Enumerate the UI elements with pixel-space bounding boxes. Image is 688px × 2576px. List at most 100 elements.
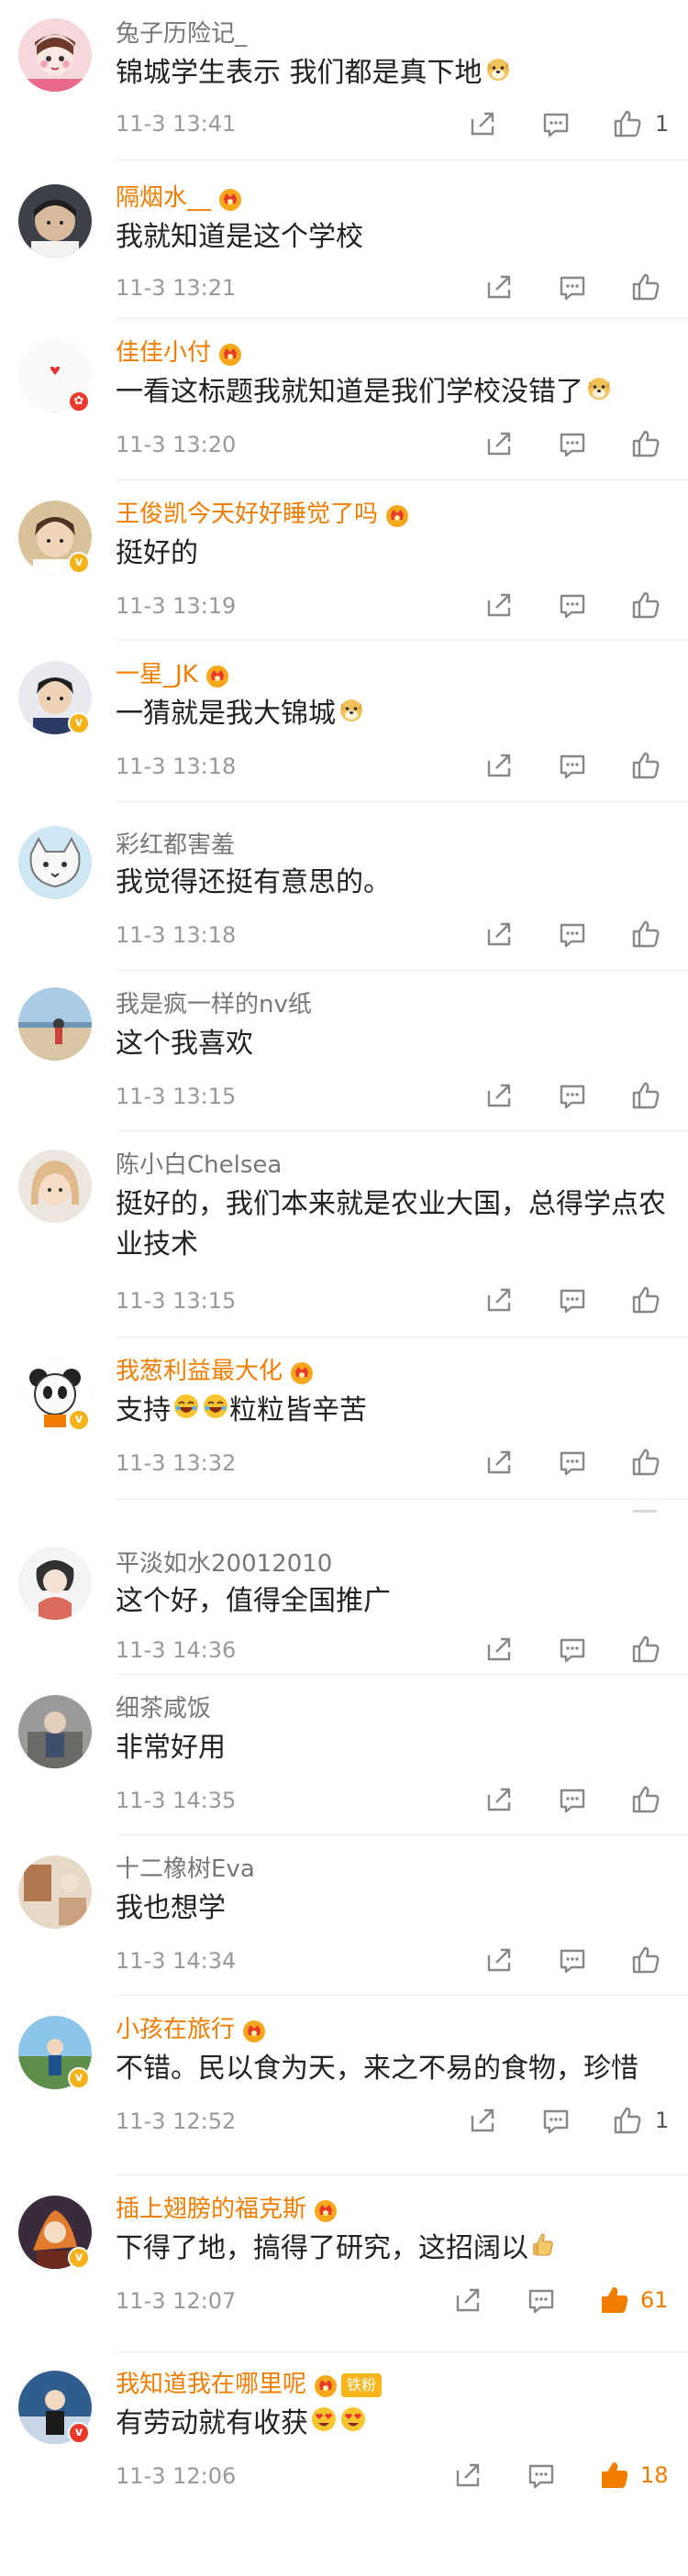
avatar[interactable] — [18, 1695, 92, 1768]
like-button[interactable] — [627, 916, 664, 952]
like-button[interactable] — [627, 1077, 664, 1114]
share-button[interactable] — [481, 916, 517, 952]
share-icon — [487, 1948, 511, 1972]
username[interactable]: 小孩在旅行 — [116, 2014, 268, 2045]
verified-badge: v — [68, 712, 90, 734]
comment-item: 细茶咸饭 非常好用 11-3 14:35 — [0, 1675, 688, 1835]
crown-icon — [216, 186, 244, 212]
comment-button[interactable] — [523, 2282, 560, 2318]
comment-button[interactable] — [554, 747, 591, 784]
comment-button[interactable] — [538, 105, 574, 142]
verified-badge: v — [68, 2067, 90, 2089]
like-count: 61 — [640, 2287, 669, 2313]
avatar[interactable] — [18, 18, 92, 92]
doge-emoji — [338, 695, 365, 735]
heart-eyes-emoji — [310, 2405, 338, 2445]
share-button[interactable] — [481, 1942, 517, 1978]
like-button[interactable] — [627, 747, 664, 784]
share-button[interactable] — [481, 1444, 517, 1481]
like-button[interactable] — [627, 1942, 664, 1978]
comment-button[interactable] — [554, 587, 591, 623]
avatar[interactable] — [18, 826, 92, 899]
share-button[interactable] — [464, 105, 501, 142]
share-button[interactable] — [481, 747, 517, 784]
comment-button[interactable] — [554, 1942, 591, 1978]
comment-icon — [560, 276, 585, 301]
comment-text: 这个好，值得全国推广 — [116, 1585, 391, 1617]
timestamp: 11-3 13:21 — [116, 275, 237, 301]
crown-icon — [216, 341, 244, 367]
comment-button[interactable] — [554, 1631, 591, 1668]
like-button[interactable] — [609, 105, 646, 142]
avatar[interactable] — [18, 1855, 92, 1929]
username[interactable]: 一星_JK — [116, 659, 231, 690]
comment-button[interactable] — [554, 269, 591, 305]
comment-button[interactable] — [554, 1444, 591, 1481]
timestamp: 11-3 12:06 — [116, 2463, 237, 2489]
comment-item: 我是疯一样的nv纸 这个我喜欢 11-3 13:15 — [0, 971, 688, 1131]
comment-button[interactable] — [554, 916, 591, 952]
like-count: 1 — [655, 2108, 670, 2133]
like-icon — [632, 1286, 660, 1314]
username[interactable]: 我知道我在哪里呢 铁粉 — [116, 2369, 383, 2400]
avatar[interactable] — [18, 1547, 92, 1620]
comment-button[interactable] — [538, 2102, 574, 2139]
username[interactable]: 兔子历险记_ — [116, 18, 247, 50]
like-button[interactable] — [627, 1781, 664, 1818]
comment-button[interactable] — [554, 1282, 591, 1318]
share-button[interactable] — [481, 1282, 517, 1318]
share-button[interactable] — [449, 2282, 486, 2318]
timestamp: 11-3 12:07 — [116, 2288, 237, 2314]
username[interactable]: 我葱利益最大化 — [116, 1356, 316, 1387]
fan-badge: 铁粉 — [341, 2372, 383, 2397]
share-button[interactable] — [481, 1631, 517, 1668]
comment-icon — [560, 754, 585, 779]
like-icon — [632, 1635, 660, 1663]
timestamp: 11-3 13:15 — [116, 1084, 237, 1109]
comment-icon — [560, 1638, 585, 1663]
username[interactable]: 我是疯一样的nv纸 — [116, 989, 312, 1020]
share-button[interactable] — [481, 1781, 517, 1818]
avatar[interactable] — [18, 1150, 92, 1223]
like-button[interactable] — [609, 2102, 646, 2139]
username[interactable]: 隔烟水__ — [116, 182, 244, 214]
comment-icon — [560, 1084, 585, 1109]
username[interactable]: 插上翅膀的福克斯 — [116, 2194, 339, 2225]
share-icon — [487, 1084, 511, 1107]
avatar[interactable] — [18, 987, 92, 1061]
share-button[interactable] — [481, 587, 517, 623]
timestamp: 11-3 13:15 — [116, 1288, 237, 1314]
username[interactable]: 陈小白Chelsea — [116, 1150, 282, 1181]
like-button[interactable] — [627, 1631, 664, 1668]
share-button[interactable] — [464, 2102, 501, 2139]
crown-icon — [288, 1360, 316, 1385]
share-button[interactable] — [481, 425, 517, 462]
like-icon — [602, 2462, 628, 2488]
comment-item: 兔子历险记_ 锦城学生表示 我们都是真下地 11-3 13:41 1 — [0, 0, 688, 160]
comment-text: 我就知道是这个学校 — [116, 221, 363, 253]
like-button[interactable] — [596, 2282, 633, 2318]
username[interactable]: 细茶咸饭 — [116, 1693, 211, 1724]
like-button[interactable] — [627, 587, 664, 623]
comment-button[interactable] — [554, 1781, 591, 1818]
share-button[interactable] — [481, 269, 517, 305]
comment-button[interactable] — [554, 425, 591, 462]
verified-badge: ✿ — [68, 391, 90, 413]
username[interactable]: 佳佳小付 — [116, 337, 244, 369]
username[interactable]: 十二橡树Eva — [116, 1854, 255, 1885]
like-button[interactable] — [627, 269, 664, 305]
username[interactable]: 平淡如水20012010 — [116, 1548, 332, 1580]
like-button[interactable] — [627, 1282, 664, 1318]
share-button[interactable] — [449, 2457, 486, 2493]
like-button[interactable] — [627, 1444, 664, 1481]
comment-button[interactable] — [554, 1077, 591, 1114]
username[interactable]: 彩红都害羞 — [116, 830, 235, 861]
share-button[interactable] — [481, 1077, 517, 1114]
avatar[interactable] — [18, 184, 92, 258]
like-button[interactable] — [596, 2457, 633, 2493]
doge-emoji — [484, 54, 512, 94]
like-button[interactable] — [627, 425, 664, 462]
username[interactable]: 王俊凯今天好好睡觉了吗 — [116, 499, 411, 530]
comment-icon — [560, 594, 585, 619]
comment-button[interactable] — [523, 2457, 560, 2493]
